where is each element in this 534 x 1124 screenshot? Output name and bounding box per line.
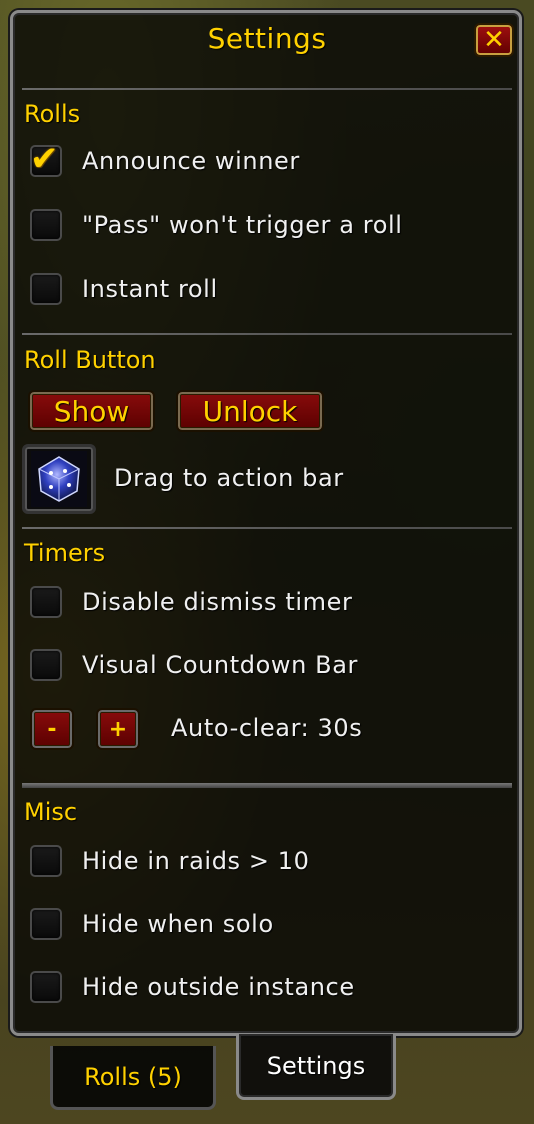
hide-in-raids-checkbox[interactable] [30, 845, 62, 877]
pass-no-roll-checkbox[interactable] [30, 209, 62, 241]
option-announce-winner[interactable]: ✔ Announce winner [30, 139, 300, 179]
option-instant-roll[interactable]: Instant roll [30, 273, 218, 305]
dice-icon [31, 451, 87, 507]
tab-rolls[interactable]: Rolls (5) [50, 1046, 216, 1110]
section-title-timers: Timers [24, 539, 106, 567]
visual-countdown-bar-checkbox[interactable] [30, 649, 62, 681]
divider [22, 333, 512, 335]
option-label: Visual Countdown Bar [82, 651, 358, 679]
hide-when-solo-checkbox[interactable] [30, 908, 62, 940]
window-title: Settings [207, 22, 327, 55]
divider [22, 783, 512, 788]
decrease-auto-clear-button[interactable]: - [30, 708, 74, 750]
close-icon: ✕ [483, 25, 505, 55]
option-disable-dismiss-timer[interactable]: Disable dismiss timer [30, 586, 352, 618]
roll-button-action-slot[interactable] [22, 444, 96, 514]
announce-winner-checkbox[interactable]: ✔ [30, 139, 62, 179]
section-title-misc: Misc [24, 798, 78, 826]
option-label: Announce winner [82, 147, 300, 175]
tab-settings[interactable]: Settings [236, 1034, 396, 1100]
option-hide-outside-instance[interactable]: Hide outside instance [30, 971, 355, 1003]
instant-roll-checkbox[interactable] [30, 273, 62, 305]
increase-auto-clear-button[interactable]: + [96, 708, 140, 750]
unlock-button[interactable]: Unlock [176, 390, 324, 432]
option-label: Instant roll [82, 275, 218, 303]
option-label: "Pass" won't trigger a roll [82, 211, 403, 239]
auto-clear-label: Auto-clear: 30s [171, 714, 363, 742]
hide-outside-instance-checkbox[interactable] [30, 971, 62, 1003]
section-title-rolls: Rolls [24, 100, 81, 128]
disable-dismiss-timer-checkbox[interactable] [30, 586, 62, 618]
option-pass-no-roll[interactable]: "Pass" won't trigger a roll [30, 209, 403, 241]
option-label: Hide when solo [82, 910, 274, 938]
show-button[interactable]: Show [28, 390, 155, 432]
option-hide-when-solo[interactable]: Hide when solo [30, 908, 274, 940]
section-title-roll-button: Roll Button [24, 346, 156, 374]
checkmark-icon: ✔ [30, 139, 59, 179]
option-label: Hide in raids > 10 [82, 847, 310, 875]
option-label: Hide outside instance [82, 973, 355, 1001]
option-hide-in-raids[interactable]: Hide in raids > 10 [30, 845, 310, 877]
option-label: Disable dismiss timer [82, 588, 353, 616]
drag-to-action-bar-label: Drag to action bar [114, 464, 344, 492]
close-button[interactable]: ✕ [474, 23, 514, 57]
divider [22, 88, 512, 90]
divider [22, 527, 512, 529]
option-visual-countdown-bar[interactable]: Visual Countdown Bar [30, 649, 358, 681]
